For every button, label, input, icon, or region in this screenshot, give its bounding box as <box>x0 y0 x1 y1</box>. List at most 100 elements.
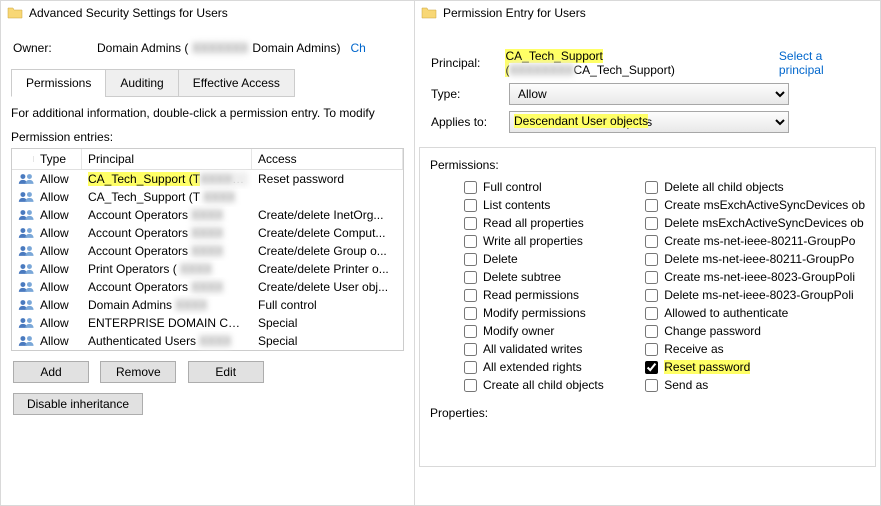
checkbox-input[interactable] <box>464 253 477 266</box>
permission-checkbox[interactable]: Read all properties <box>464 214 641 232</box>
checkbox-input[interactable] <box>645 289 658 302</box>
table-row[interactable]: AllowAuthenticated Users XXXXSpecial <box>12 332 403 350</box>
checkbox-input[interactable] <box>645 217 658 230</box>
checkbox-input[interactable] <box>464 379 477 392</box>
checkbox-label: Reset password <box>664 360 750 374</box>
checkbox-input[interactable] <box>645 325 658 338</box>
table-row[interactable]: AllowPrint Operators ( XXXXCreate/delete… <box>12 260 403 278</box>
table-row[interactable]: AllowAccount Operators XXXXCreate/delete… <box>12 242 403 260</box>
table-row[interactable]: AllowAccount Operators XXXXCreate/delete… <box>12 224 403 242</box>
permission-checkbox[interactable]: Full control <box>464 178 641 196</box>
permission-checkbox[interactable]: Change password <box>645 322 865 340</box>
checkbox-input[interactable] <box>645 199 658 212</box>
edit-button[interactable]: Edit <box>188 361 264 383</box>
permission-checkbox[interactable]: All extended rights <box>464 358 641 376</box>
owner-redacted: XXXXXXX <box>192 41 248 55</box>
table-row[interactable]: AllowENTERPRISE DOMAIN CONT... XXXXSpeci… <box>12 314 403 332</box>
checkbox-input[interactable] <box>464 217 477 230</box>
checkbox-input[interactable] <box>645 181 658 194</box>
applies-select[interactable]: Descendant User objects <box>509 111 789 133</box>
permission-checkbox[interactable]: Write all properties <box>464 232 641 250</box>
permissions-group: Permissions: Full controlList contentsRe… <box>419 147 876 467</box>
cell-access: Reset password <box>252 169 403 189</box>
table-row[interactable]: AllowAccount Operators XXXXCreate/delete… <box>12 206 403 224</box>
header-type[interactable]: Type <box>34 149 82 169</box>
tab-permissions[interactable]: Permissions <box>11 69 106 97</box>
checkbox-input[interactable] <box>464 325 477 338</box>
table-row[interactable]: AllowDomain Admins XXXXFull control <box>12 296 403 314</box>
permission-checkbox[interactable]: Create all child objects <box>464 376 641 394</box>
header-icon <box>12 156 34 162</box>
cell-principal: ENTERPRISE DOMAIN CONT... XXXX <box>82 313 252 333</box>
checkbox-input[interactable] <box>464 271 477 284</box>
table-row[interactable]: AllowCA_Tech_Support (T XXXX <box>12 188 403 206</box>
change-owner-link[interactable]: Ch <box>350 41 365 55</box>
cell-principal: Domain Admins XXXX <box>82 295 252 315</box>
add-button[interactable]: Add <box>13 361 89 383</box>
permission-checkbox[interactable]: Delete <box>464 250 641 268</box>
applies-row: Applies to: Descendant User objects Desc… <box>431 111 866 133</box>
permission-checkbox[interactable]: Delete ms-net-ieee-80211-GroupPo <box>645 250 865 268</box>
cell-access: Create/delete InetOrg... <box>252 205 403 225</box>
permission-checkbox[interactable]: Delete subtree <box>464 268 641 286</box>
permission-checkbox[interactable]: Read permissions <box>464 286 641 304</box>
checkbox-input[interactable] <box>464 289 477 302</box>
permission-checkbox[interactable]: Create msExchActiveSyncDevices ob <box>645 196 865 214</box>
cell-type: Allow <box>34 223 82 243</box>
header-access[interactable]: Access <box>252 149 403 169</box>
checkbox-input[interactable] <box>645 343 658 356</box>
permission-checkbox[interactable]: Receive as <box>645 340 865 358</box>
users-icon <box>12 313 34 333</box>
owner-prefix: Domain Admins ( <box>97 41 188 55</box>
checkbox-input[interactable] <box>645 235 658 248</box>
checkbox-input[interactable] <box>464 361 477 374</box>
type-select[interactable]: Allow <box>509 83 789 105</box>
titlebar-right: Permission Entry for Users <box>415 1 880 25</box>
tab-effective-access[interactable]: Effective Access <box>178 69 295 97</box>
checkbox-input[interactable] <box>464 181 477 194</box>
owner-label: Owner: <box>13 41 87 55</box>
permission-checkbox[interactable]: All validated writes <box>464 340 641 358</box>
tab-auditing[interactable]: Auditing <box>105 69 178 97</box>
cell-type: Allow <box>34 295 82 315</box>
header-principal[interactable]: Principal <box>82 149 252 169</box>
permission-checkbox[interactable]: Create ms-net-ieee-80211-GroupPo <box>645 232 865 250</box>
remove-button[interactable]: Remove <box>100 361 176 383</box>
checkbox-input[interactable] <box>464 343 477 356</box>
checkbox-input[interactable] <box>645 361 658 374</box>
checkbox-input[interactable] <box>645 307 658 320</box>
checkbox-input[interactable] <box>645 253 658 266</box>
permission-checkbox[interactable]: Delete all child objects <box>645 178 865 196</box>
checkbox-label: Allowed to authenticate <box>664 306 788 320</box>
permissions-label: Permissions: <box>430 158 865 172</box>
cell-principal: Authenticated Users XXXX <box>82 331 252 351</box>
cell-type: Allow <box>34 241 82 261</box>
permission-checkbox[interactable]: Delete msExchActiveSyncDevices ob <box>645 214 865 232</box>
cell-type: Allow <box>34 277 82 297</box>
cell-access: Create/delete Printer o... <box>252 259 403 279</box>
permission-checkbox[interactable]: Reset password <box>645 358 865 376</box>
permission-checkbox[interactable]: Delete ms-net-ieee-8023-GroupPoli <box>645 286 865 304</box>
checkbox-input[interactable] <box>645 271 658 284</box>
permission-checkbox[interactable]: Modify permissions <box>464 304 641 322</box>
checkbox-input[interactable] <box>464 235 477 248</box>
permission-checkbox[interactable]: Send as <box>645 376 865 394</box>
checkbox-input[interactable] <box>645 379 658 392</box>
permission-checkbox[interactable]: List contents <box>464 196 641 214</box>
checkbox-label: Create ms-net-ieee-80211-GroupPo <box>664 234 855 248</box>
checkbox-label: Create msExchActiveSyncDevices ob <box>664 198 865 212</box>
select-principal-link[interactable]: Select a principal <box>779 49 866 77</box>
checkbox-input[interactable] <box>464 307 477 320</box>
cell-access: Create/delete Group o... <box>252 241 403 261</box>
checkbox-input[interactable] <box>464 199 477 212</box>
permission-checkbox[interactable]: Create ms-net-ieee-8023-GroupPoli <box>645 268 865 286</box>
table-row[interactable]: AllowCA_Tech_Support (TXXXXXXReset passw… <box>12 170 403 188</box>
cell-type: Allow <box>34 331 82 351</box>
permission-checkbox[interactable]: Allowed to authenticate <box>645 304 865 322</box>
permission-checkbox[interactable]: Modify owner <box>464 322 641 340</box>
disable-inheritance-button[interactable]: Disable inheritance <box>13 393 143 415</box>
table-row[interactable]: AllowAccount Operators XXXXCreate/delete… <box>12 278 403 296</box>
checkbox-label: Create ms-net-ieee-8023-GroupPoli <box>664 270 855 284</box>
checkbox-label: Send as <box>664 378 708 392</box>
owner-row: Owner: Domain Admins (XXXXXXXDomain Admi… <box>11 33 404 67</box>
